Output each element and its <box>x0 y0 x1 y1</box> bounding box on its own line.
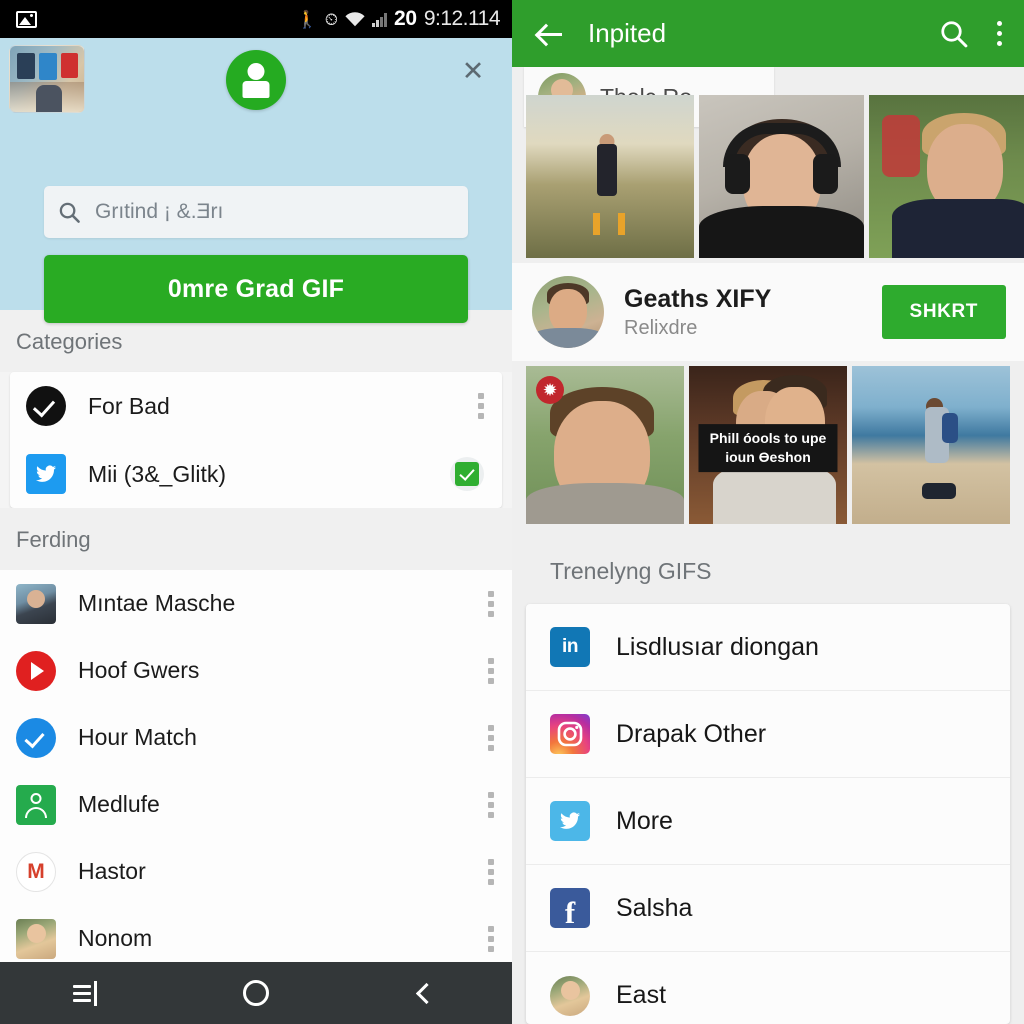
list-item-label: Hoof Gwers <box>78 657 200 683</box>
invite-text: Geaths XIFY Relixdre <box>624 285 862 340</box>
back-icon[interactable] <box>387 962 467 1024</box>
status-bar-right: 🚶 ⏲ 20 9:12.114 <box>296 7 501 31</box>
clock: 9:12.114 <box>423 7 501 30</box>
overflow-menu-icon[interactable] <box>997 21 1002 46</box>
search-bar[interactable] <box>44 186 468 238</box>
beach-player-photo[interactable] <box>852 366 1010 524</box>
hill-runner-photo[interactable] <box>526 95 694 258</box>
list-item-label: Medlufe <box>78 791 160 817</box>
portrait-man-photo[interactable]: ✹ <box>526 366 684 524</box>
page-title: Inpited <box>588 18 667 48</box>
media-bottom-area: ✹ Phill óools to upe ioun Өesһon <box>512 361 1024 536</box>
alarm-icon: ⏲ <box>324 9 339 29</box>
list-item-label: Hour Match <box>78 724 197 750</box>
status-bar: 🚶 ⏲ 20 9:12.114 <box>0 0 512 38</box>
create-gif-button[interactable]: 0mre Grad GIF <box>44 255 468 323</box>
photo-avatar-icon <box>550 975 590 1016</box>
list-item[interactable]: Hour Match <box>0 704 512 771</box>
photo-caption: Phill óools to upe ioun Өesһon <box>698 424 838 473</box>
list-item-label: Nonom <box>78 925 153 951</box>
invite-row[interactable]: Geaths XIFY Relixdre SHKRT <box>512 263 1024 361</box>
list-item[interactable]: More <box>526 778 1010 865</box>
status-bar-left <box>16 10 37 28</box>
list-item-label: Hastor <box>78 858 146 884</box>
search-icon[interactable] <box>939 19 969 49</box>
twitter-light-icon <box>550 801 590 841</box>
feeding-header: Ferding <box>0 508 512 570</box>
signal-icon <box>372 12 388 27</box>
trending-header: Trenelyng GIFS <box>512 536 1024 604</box>
headphones-person-photo[interactable] <box>699 95 864 258</box>
check-circle-blue-icon <box>16 717 56 758</box>
twitter-icon <box>26 454 66 494</box>
list-item[interactable]: East <box>526 952 1010 1024</box>
person-badge-icon <box>226 50 286 110</box>
left-phone-panel: 🚶 ⏲ 20 9:12.114 ✕ Grıtind ¡ &.Ǝrı 0mre G… <box>0 0 512 1024</box>
kebab-menu-icon[interactable] <box>488 858 494 885</box>
kebab-menu-icon[interactable] <box>488 925 494 952</box>
bar-friends-photo[interactable]: Phill óools to upe ioun Өesһon <box>689 366 847 524</box>
green-checkbox-icon[interactable] <box>450 457 484 491</box>
list-item-label: Mii (3&_Glitk) <box>88 460 227 487</box>
youtube-play-icon <box>16 650 56 691</box>
list-item[interactable]: Mii (3&_Glitk) <box>10 440 502 508</box>
battery-level: 20 <box>394 7 417 30</box>
invite-name: Geaths XIFY <box>624 284 772 313</box>
list-item-label: Lisdlusıar diongan <box>616 632 819 661</box>
media-top-area: Thelc Ro <box>512 67 1024 263</box>
media-strip-bottom: ✹ Phill óools to upe ioun Өesһon <box>526 366 1010 524</box>
recents-icon[interactable] <box>45 962 125 1024</box>
right-phone-panel: Inpited Thelc Ro <box>512 0 1024 1024</box>
kebab-menu-icon[interactable] <box>488 724 494 751</box>
invite-subtitle: Relixdre <box>624 316 698 339</box>
badge-icon: ✹ <box>536 376 564 404</box>
kebab-menu-icon[interactable] <box>488 791 494 818</box>
app-screen: 🚶 ⏲ 20 9:12.114 ✕ Grıtind ¡ &.Ǝrı 0mre G… <box>0 0 1024 1024</box>
list-item[interactable]: M Hastor <box>0 838 512 905</box>
photo-thumbnail[interactable] <box>9 45 85 113</box>
categories-card: For Bad Mii (3&_Glitk) <box>10 372 502 508</box>
field-player-photo[interactable] <box>869 95 1024 258</box>
contacts-green-icon <box>16 784 56 825</box>
list-item-label: Salsha <box>616 893 693 922</box>
list-item-label: For Bad <box>88 392 170 419</box>
back-arrow-icon[interactable] <box>538 23 562 45</box>
list-item-label: More <box>616 806 673 835</box>
wifi-icon <box>345 11 365 27</box>
instagram-icon <box>550 714 590 754</box>
media-strip-top <box>526 95 1024 258</box>
kebab-menu-icon[interactable] <box>488 657 494 684</box>
search-input[interactable] <box>95 200 454 224</box>
feeding-list: Mıntae Masche Hoof Gwers Hour Match Medl… <box>0 570 512 1024</box>
list-item[interactable]: Medlufe <box>0 771 512 838</box>
list-item-label: Mıntae Masche <box>78 590 236 616</box>
app-bar: Inpited <box>512 0 1024 67</box>
person-walk-icon: 🚶 <box>296 9 318 29</box>
home-icon[interactable] <box>216 962 296 1024</box>
photo-avatar-icon <box>16 918 56 959</box>
list-item-label: Drapak Other <box>616 719 767 748</box>
photo-avatar-icon <box>16 583 56 624</box>
search-icon <box>58 201 81 224</box>
android-nav-bar <box>0 962 512 1024</box>
avatar <box>532 276 604 348</box>
list-item[interactable]: Drapak Other <box>526 691 1010 778</box>
linkedin-icon: in <box>550 627 590 667</box>
list-item-label: East <box>616 981 667 1009</box>
list-item[interactable]: Hoof Gwers <box>0 637 512 704</box>
close-icon[interactable]: ✕ <box>459 57 487 85</box>
list-item[interactable]: f Salsha <box>526 865 1010 952</box>
image-icon <box>16 10 37 28</box>
list-item[interactable]: in Lisdlusıar diongan <box>526 604 1010 691</box>
kebab-menu-icon[interactable] <box>478 393 484 419</box>
trending-card: in Lisdlusıar diongan Drapak Other More … <box>526 604 1010 1024</box>
check-circle-black-icon <box>26 386 66 426</box>
facebook-icon: f <box>550 888 590 928</box>
kebab-menu-icon[interactable] <box>488 590 494 617</box>
search-hero: ✕ 0mre Grad GIF <box>0 38 512 323</box>
list-item[interactable]: For Bad <box>10 372 502 440</box>
list-item[interactable]: Mıntae Masche <box>0 570 512 637</box>
gmail-icon: M <box>16 851 56 892</box>
invite-action-button[interactable]: SHKRT <box>881 285 1006 339</box>
